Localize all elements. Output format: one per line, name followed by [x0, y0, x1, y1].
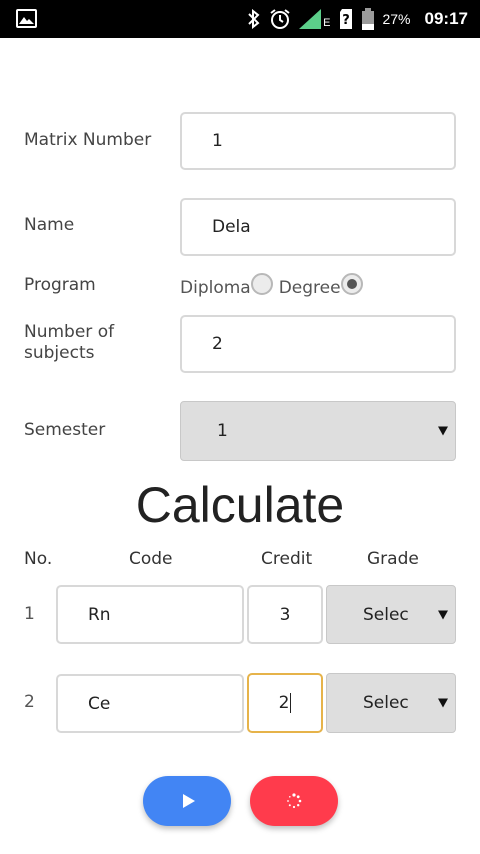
row-2-grade-value: Selec — [363, 693, 409, 713]
program-label: Program — [24, 275, 96, 295]
row-2-code-input[interactable]: Ce — [56, 674, 244, 733]
row-1-credit-input[interactable]: 3 — [247, 585, 323, 644]
program-radio-degree[interactable] — [340, 273, 363, 295]
column-header-no: No. — [24, 549, 53, 569]
dropdown-arrow-icon — [438, 610, 448, 619]
matrix-number-value: 1 — [212, 131, 223, 151]
program-radio-group: Diploma Degree — [180, 272, 363, 302]
play-icon — [182, 794, 195, 808]
name-label: Name — [24, 215, 75, 235]
number-of-subjects-label-line2: subjects — [24, 343, 95, 363]
matrix-number-label: Matrix Number — [24, 130, 152, 150]
row-1-code-input[interactable]: Rn — [56, 585, 244, 644]
dropdown-arrow-icon — [438, 426, 448, 436]
semester-label: Semester — [24, 420, 106, 440]
semester-selected-value: 1 — [217, 421, 228, 441]
column-header-grade: Grade — [367, 549, 419, 569]
row-2-credit-input[interactable]: 2 — [247, 673, 323, 733]
battery-icon — [362, 8, 375, 30]
network-type-label: E — [323, 17, 331, 29]
column-header-code: Code — [129, 549, 173, 569]
row-1-credit-value: 3 — [279, 604, 291, 625]
column-header-credit: Credit — [261, 549, 313, 569]
row-1-grade-select[interactable]: Selec — [326, 585, 456, 644]
number-of-subjects-label-line1: Number of — [24, 322, 115, 342]
row-1-grade-value: Selec — [363, 604, 409, 625]
row-1-number: 1 — [24, 604, 35, 624]
row-2-credit-value: 2 — [278, 693, 290, 713]
semester-select[interactable]: 1 — [180, 401, 456, 461]
program-option-diploma-label: Diploma — [180, 278, 251, 298]
sim-unknown-icon: ? — [338, 8, 354, 30]
number-of-subjects-value: 2 — [212, 334, 223, 354]
text-cursor — [290, 693, 292, 713]
calculate-heading: Calculate — [135, 477, 345, 533]
program-radio-diploma[interactable] — [250, 273, 273, 295]
reset-button[interactable] — [250, 776, 338, 826]
name-value: Dela — [212, 217, 251, 237]
program-option-degree-label: Degree — [278, 278, 341, 298]
row-2-grade-select[interactable]: Selec — [326, 673, 456, 733]
row-1-code-value: Rn — [88, 604, 111, 625]
matrix-number-input[interactable]: 1 — [180, 112, 456, 170]
number-of-subjects-input[interactable]: 2 — [180, 315, 456, 373]
battery-percentage: 27% — [382, 11, 411, 27]
row-2-number: 2 — [24, 692, 35, 712]
alarm-clock-icon — [269, 8, 291, 30]
loading-spinner-icon — [286, 793, 302, 809]
status-bar: E ? 27% 09:17 — [0, 0, 480, 38]
name-input[interactable]: Dela — [180, 198, 456, 256]
dropdown-arrow-icon — [438, 698, 448, 708]
calculate-play-button[interactable] — [143, 776, 231, 826]
svg-text:?: ? — [343, 13, 351, 28]
row-2-code-value: Ce — [88, 693, 111, 714]
clock-time: 09:17 — [424, 9, 468, 28]
number-of-subjects-label: Number of subjects — [24, 322, 114, 364]
signal-strength-icon — [299, 9, 322, 29]
bluetooth-icon — [247, 9, 261, 29]
gallery-notification-icon — [16, 9, 37, 28]
